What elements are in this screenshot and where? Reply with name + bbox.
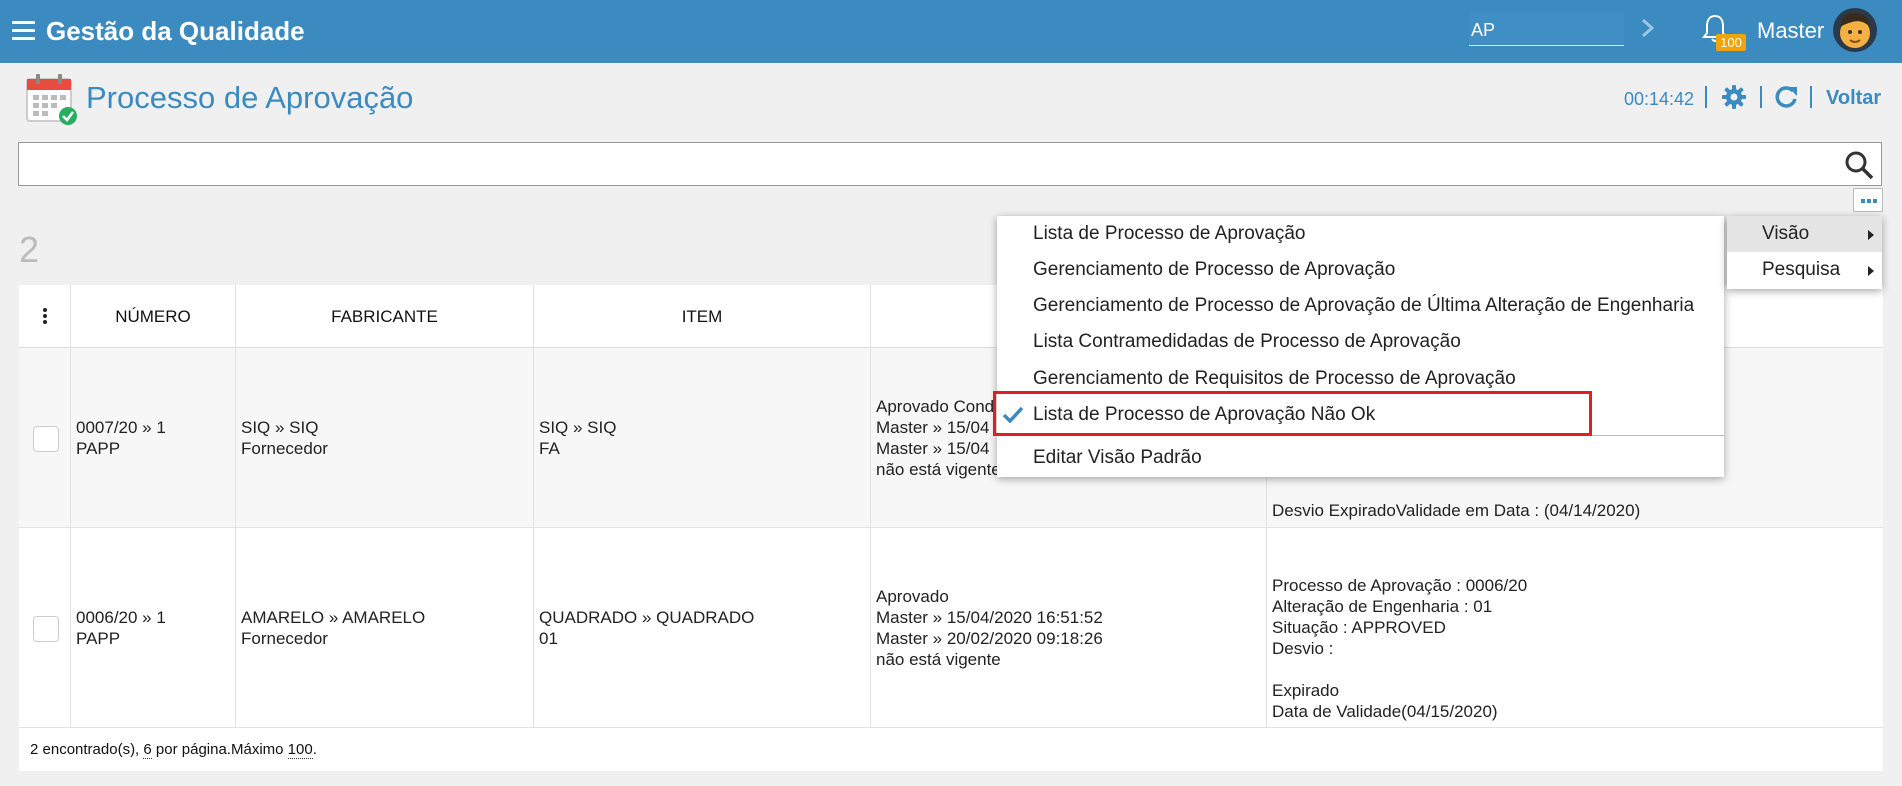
cell-approval-2: Master » 15/04 [876, 439, 990, 458]
per-page-value[interactable]: 6 [143, 741, 152, 759]
gear-icon[interactable] [1721, 84, 1747, 110]
notification-badge: 100 [1716, 34, 1746, 51]
cell-item: QUADRADO » QUADRADO [539, 608, 755, 627]
menu-item-contramedidas[interactable]: Lista Contramedidadas de Processo de Apr… [997, 324, 1724, 360]
menu-item-gerenciamento-ultima-alteracao[interactable]: Gerenciamento de Processo de Aprovação d… [997, 288, 1724, 324]
cell-approval-2: Master » 20/02/2020 09:18:26 [876, 629, 1103, 648]
view-submenu: Lista de Processo de Aprovação Gerenciam… [997, 216, 1724, 477]
cell-status: Aprovado Cond [876, 397, 995, 416]
result-count: 2 [19, 229, 40, 270]
divider [1810, 86, 1812, 108]
more-options-button[interactable] [1853, 188, 1883, 212]
refresh-icon[interactable] [1773, 84, 1799, 110]
cell-approval-1: Master » 15/04 [876, 418, 990, 437]
app-title: Gestão da Qualidade [46, 16, 305, 46]
cell-fabricante-type: Fornecedor [241, 439, 328, 458]
cell-status: Aprovado [876, 587, 949, 606]
cell-details-situation: Situação : APPROVED [1272, 618, 1446, 637]
cell-details-change: Alteração de Engenharia : 01 [1272, 597, 1493, 616]
cell-fabricante: SIQ » SIQ [241, 418, 319, 437]
caret-right-icon [1868, 230, 1874, 240]
cell-numero-type: PAPP [76, 629, 121, 648]
menu-item-requisitos[interactable]: Gerenciamento de Requisitos de Processo … [997, 361, 1724, 397]
cell-numero: 0007/20 » 1 [76, 418, 166, 437]
table-row[interactable]: 0006/20 » 1 PAPP AMARELO » AMARELO Forne… [19, 528, 1883, 728]
search-icon[interactable] [1843, 149, 1875, 181]
column-header-fabricante[interactable]: FABRICANTE [236, 285, 534, 348]
cell-details: Desvio ExpiradoValidade em Data : (04/14… [1272, 501, 1641, 520]
menu-item-editar-visao-padrao[interactable]: Editar Visão Padrão [997, 440, 1724, 476]
cell-details-validity-date: Data de Validade(04/15/2020) [1272, 702, 1498, 721]
footer-end: . [312, 741, 317, 758]
avatar[interactable] [1832, 7, 1878, 53]
caret-right-icon [1868, 266, 1874, 276]
divider [1705, 86, 1707, 108]
session-timer: 00:14:42 [1624, 89, 1695, 109]
found-count: 2 encontrado(s), [30, 741, 144, 758]
column-header-item[interactable]: ITEM [534, 285, 871, 348]
column-options-icon[interactable] [19, 285, 71, 348]
options-menu: Visão Pesquisa [1727, 216, 1882, 289]
menu-item-nao-ok[interactable]: Lista de Processo de Aprovação Não Ok [997, 397, 1724, 433]
checkmark-icon [1002, 406, 1024, 424]
column-header-numero[interactable]: NÚMERO [71, 285, 236, 348]
menu-item-visao[interactable]: Visão [1727, 216, 1882, 252]
cell-item-code: 01 [539, 629, 558, 648]
calendar-check-icon [26, 74, 77, 125]
row-checkbox[interactable] [33, 426, 59, 452]
user-name[interactable]: Master [1757, 18, 1824, 44]
menu-divider [997, 435, 1724, 436]
cell-details-process: Processo de Aprovação : 0006/20 [1272, 576, 1528, 595]
hamburger-menu-icon[interactable] [12, 21, 35, 41]
search-bar [18, 142, 1882, 186]
per-page-label: por página. [151, 741, 231, 758]
top-bar: Gestão da Qualidade 100 Master [0, 0, 1902, 63]
cell-details-expired: Expirado [1272, 681, 1340, 700]
cell-fabricante: AMARELO » AMARELO [241, 608, 426, 627]
module-search-input[interactable] [1469, 12, 1624, 46]
divider [1760, 86, 1762, 108]
cell-numero: 0006/20 » 1 [76, 608, 166, 627]
cell-validity: não está vigente [876, 460, 1001, 479]
menu-item-lista-processo[interactable]: Lista de Processo de Aprovação [997, 216, 1724, 252]
search-input[interactable] [19, 143, 1839, 183]
cell-fabricante-type: Fornecedor [241, 629, 328, 648]
max-value[interactable]: 100 [287, 741, 313, 759]
back-button[interactable]: Voltar [1826, 87, 1881, 109]
cell-details-deviation: Desvio : [1272, 639, 1334, 658]
cell-validity: não está vigente [876, 650, 1001, 669]
chevron-right-icon[interactable] [1640, 14, 1656, 42]
cell-approval-1: Master » 15/04/2020 16:51:52 [876, 608, 1103, 627]
page-title: Processo de Aprovação [86, 80, 414, 115]
menu-item-pesquisa[interactable]: Pesquisa [1727, 252, 1882, 288]
pagination-footer: 2 encontrado(s), 6 por página.Máximo 100… [19, 728, 1883, 771]
row-checkbox[interactable] [33, 616, 59, 642]
menu-item-gerenciamento[interactable]: Gerenciamento de Processo de Aprovação [997, 252, 1724, 288]
cell-item-code: FA [539, 439, 560, 458]
max-label: Máximo [230, 741, 288, 758]
cell-numero-type: PAPP [76, 439, 121, 458]
cell-details-spacer [1272, 659, 1527, 680]
cell-item: SIQ » SIQ [539, 418, 617, 437]
